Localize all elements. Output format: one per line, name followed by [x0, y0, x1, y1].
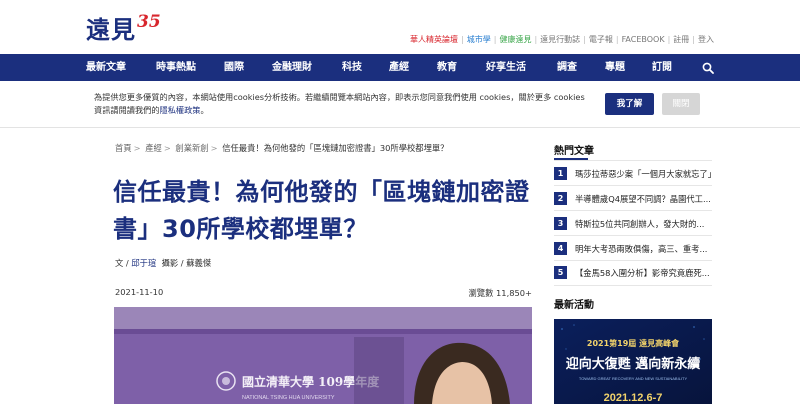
nav-item-hot-topics[interactable]: 時事熱點 — [156, 54, 196, 81]
top-link-facebook[interactable]: FACEBOOK — [622, 35, 665, 44]
event-date-text: 2021.12.6-7 — [604, 392, 663, 404]
hot-article-title: 半導體歲Q4展望不同調？晶園代工... — [575, 194, 711, 204]
hero-photo: 國立清華大學 109學年度 NATIONAL TSING HUA UNIVERS… — [114, 307, 532, 404]
event-sub-text: TOWARD GREAT RECOVERY AND NEW SUSTAINABI… — [579, 376, 688, 381]
breadcrumb: 首頁 > 產經 > 創業新創 > 信任最貴！為何他發的「區塊鏈加密證書」30所學校都埋… — [115, 143, 449, 153]
logo-text: 遠見 — [86, 15, 136, 44]
rank-badge: 5 — [554, 266, 567, 279]
nav-item-international[interactable]: 國際 — [224, 54, 244, 81]
top-link-register[interactable]: 註冊 — [673, 35, 689, 44]
event-banner-graphic: 2021第19屆 遠見高峰會 迎向大復甦 邁向新永續 TOWARD GREAT … — [554, 319, 712, 404]
top-link-city[interactable]: 城市學 — [467, 35, 491, 44]
breadcrumb-home[interactable]: 首頁 — [115, 143, 132, 153]
top-link-health[interactable]: 健康遠見 — [499, 35, 531, 44]
divider: | — [493, 35, 497, 44]
cookie-banner: 為提供您更多優質的內容，本網站使用cookies分析技術。若繼續閱覽本網站內容，… — [0, 81, 800, 128]
main-nav: 最新文章 時事熱點 國際 金融理財 科技 產經 教育 好享生活 調查 專題 訂閱 — [0, 54, 800, 81]
rank-badge: 1 — [554, 167, 567, 180]
divider: | — [461, 35, 464, 44]
photo-credit: 攝影 / 蘇義傑 — [161, 258, 212, 268]
divider — [554, 285, 712, 286]
top-link-action[interactable]: 遠見行動誌 — [540, 35, 580, 44]
nav-item-lifestyle[interactable]: 好享生活 — [486, 54, 526, 81]
site-header: 遠見 35 華人精英論壇 | 城市學 | 健康遠見 | 遠見行動誌 | 電子報 | FACEBOOK… — [0, 0, 800, 54]
divider — [554, 185, 712, 186]
site-logo[interactable]: 遠見 35 — [86, 10, 161, 44]
divider — [554, 160, 712, 161]
top-link-forum[interactable]: 華人精英論壇 — [410, 35, 458, 44]
hero-banner-subtext: NATIONAL TSING HUA UNIVERSITY — [242, 395, 335, 401]
top-link-login[interactable]: 登入 — [698, 35, 714, 44]
top-links: 華人精英論壇 | 城市學 | 健康遠見 | 遠見行動誌 | 電子報 | FACEBOOK | 註冊 | 登入 — [410, 34, 714, 45]
hot-articles-heading: 熱門文章 — [554, 142, 594, 160]
rank-badge: 4 — [554, 242, 567, 255]
article-byline: 文 / 邱于瑄 攝影 / 蘇義傑 — [115, 258, 212, 268]
hot-article-title: 【金馬58入圍分析】影帝究竟鹿死... — [575, 268, 710, 278]
nav-item-tech[interactable]: 科技 — [342, 54, 362, 81]
divider: | — [534, 35, 538, 44]
privacy-policy-link[interactable]: 隱私權政策 — [160, 105, 201, 115]
cookie-close-button[interactable]: 關閉 — [662, 93, 700, 115]
divider: | — [692, 35, 695, 44]
cookie-accept-button[interactable]: 我了解 — [605, 93, 654, 115]
nav-item-subscribe[interactable]: 訂閱 — [652, 54, 672, 81]
article-hero-image: 國立清華大學 109學年度 NATIONAL TSING HUA UNIVERS… — [114, 307, 532, 404]
hot-article-title: 瑪莎拉蒂惡少案「一個月大家就忘了」 — [575, 169, 714, 179]
rank-badge: 2 — [554, 192, 567, 205]
divider: | — [667, 35, 671, 44]
logo-anniversary-number: 35 — [137, 12, 161, 32]
nav-item-survey[interactable]: 調查 — [557, 54, 577, 81]
divider: | — [615, 35, 619, 44]
hot-article-title: 明年大考恐兩敗俱傷，高三、重考... — [575, 244, 708, 254]
hot-article-item[interactable]: 3 特斯拉5位共同創辦人，發大財的... — [554, 217, 714, 231]
hot-article-item[interactable]: 1 瑪莎拉蒂惡少案「一個月大家就忘了」 — [554, 167, 714, 181]
view-count: 瀏覽數 11,850+ — [468, 288, 532, 298]
hot-article-title: 特斯拉5位共同創辦人，發大財的... — [575, 219, 705, 229]
divider — [554, 210, 712, 211]
search-icon[interactable] — [702, 62, 714, 74]
nav-item-features[interactable]: 專題 — [605, 54, 625, 81]
nav-item-latest[interactable]: 最新文章 — [86, 54, 126, 81]
latest-events-heading: 最新活動 — [554, 300, 594, 311]
breadcrumb-startup[interactable]: 創業新創 — [175, 143, 208, 153]
rank-badge: 3 — [554, 217, 567, 230]
author-link[interactable]: 邱于瑄 — [131, 258, 156, 268]
breadcrumb-current: 信任最貴！為何他發的「區塊鏈加密證書」30所學校都埋單？ — [222, 143, 449, 153]
event-top-text: 2021第19屆 遠見高峰會 — [587, 338, 680, 348]
nav-item-finance[interactable]: 金融理財 — [272, 54, 312, 81]
hot-article-item[interactable]: 5 【金馬58入圍分析】影帝究竟鹿死... — [554, 266, 714, 280]
nav-item-education[interactable]: 教育 — [437, 54, 457, 81]
nav-item-industry[interactable]: 產經 — [389, 54, 409, 81]
divider: | — [583, 35, 586, 44]
article-title: 信任最貴！為何他發的「區塊鏈加密證書」30所學校都埋單？ — [113, 178, 530, 243]
divider — [554, 235, 712, 236]
event-main-text: 迎向大復甦 邁向新永續 — [566, 356, 701, 372]
publish-date: 2021-11-10 — [115, 287, 164, 297]
hot-article-item[interactable]: 4 明年大考恐兩敗俱傷，高三、重考... — [554, 242, 714, 256]
breadcrumb-industry[interactable]: 產經 — [145, 143, 162, 153]
cookie-notice-text: 為提供您更多優質的內容，本網站使用cookies分析技術。若繼續閱覽本網站內容，… — [94, 92, 585, 115]
event-banner[interactable]: 2021第19屆 遠見高峰會 迎向大復甦 邁向新永續 TOWARD GREAT … — [554, 319, 712, 404]
hot-article-item[interactable]: 2 半導體歲Q4展望不同調？晶園代工... — [554, 192, 714, 206]
top-link-newsletter[interactable]: 電子報 — [589, 35, 613, 44]
divider — [554, 260, 712, 261]
article-meta: 2021-11-10 瀏覽數 11,850+ — [115, 287, 532, 298]
